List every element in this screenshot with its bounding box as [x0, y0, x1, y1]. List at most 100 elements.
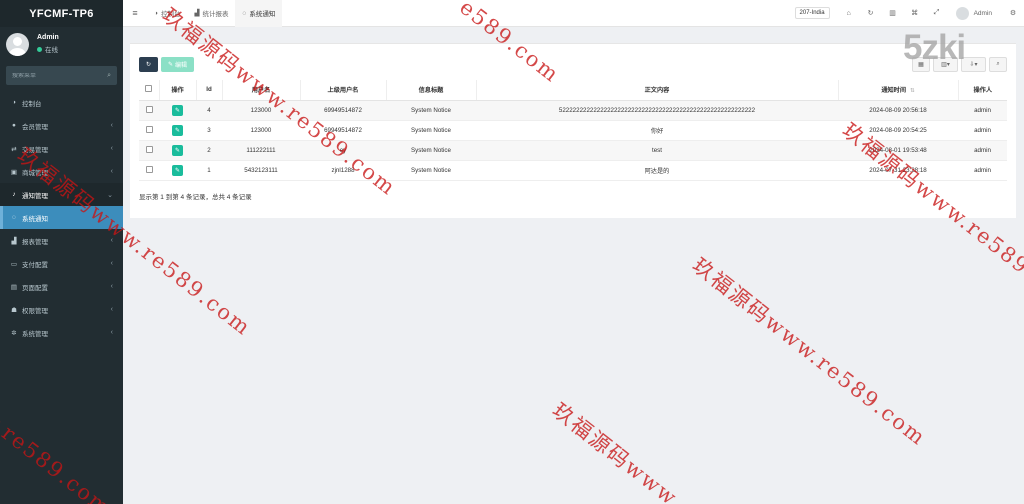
sidebar-menu: ◑ 控制台 ● 会员管理 ‹ ⇄ 交易管理 ‹ ▣ 商城管理 ‹ ♪ 通知管理 ⌄ ◌ 系统通知 ▟… [0, 91, 123, 344]
dashboard-icon: ◑ [154, 9, 158, 17]
cell-time: 2024-07-31 23:28:18 [838, 160, 958, 181]
menu-search-input[interactable] [12, 72, 108, 79]
sidebar-item-dashboard[interactable]: ◑ 控制台 [0, 91, 123, 114]
chat-icon: ◌ [12, 214, 16, 221]
tab-dashboard[interactable]: ◑ 控制台 [147, 0, 187, 27]
cell-username: 5432123111 [222, 160, 300, 181]
pagination-summary: 显示第 1 到第 4 条记录，总共 4 条记录 [139, 194, 252, 201]
row-edit-button[interactable]: ✎ [172, 164, 183, 176]
table-row[interactable]: ✎ 3 123000 69949514872 System Notice 你好 … [139, 120, 1007, 141]
select-all-checkbox[interactable] [145, 85, 153, 93]
sidebar-item-permissions[interactable]: ☗ 权限管理 ‹ [0, 298, 123, 321]
sidebar-item-system[interactable]: ✲ 系统管理 ‹ [0, 321, 123, 344]
settings-icon[interactable]: ⚙ [1002, 9, 1024, 17]
sidebar-item-shop[interactable]: ▣ 商城管理 ‹ [0, 160, 123, 183]
cell-id: 1 [196, 160, 222, 181]
chevron-left-icon: ‹ [110, 329, 113, 336]
table-toolbar: ↻ ✎ 编辑 [139, 57, 194, 72]
refresh-icon[interactable]: ↻ [860, 9, 882, 17]
cell-time: 2024-08-09 20:56:18 [838, 100, 958, 121]
col-username[interactable]: 用户名 [222, 80, 301, 101]
row-edit-button[interactable]: ✎ [172, 124, 183, 136]
watermark-text: 玖福源码www.re589.com [687, 253, 931, 451]
top-avatar[interactable] [955, 6, 969, 20]
col-operator[interactable]: 操作人 [958, 80, 1007, 101]
notice-table: 操作 Id 用户名 上级用户名 信息标题 正文内容 通知时间 ⇅ 操作人 ✎ 4 … [139, 80, 1007, 181]
region-selector[interactable]: 207-India [794, 7, 830, 19]
select-all-cell[interactable] [139, 80, 160, 101]
cell-operator: admin [958, 140, 1007, 161]
cell-parent: ey [300, 140, 386, 161]
trash-icon[interactable]: ▥ [882, 9, 904, 17]
menu-toggle-icon[interactable]: ≡ [123, 8, 147, 18]
pencil-icon: ✎ [167, 62, 173, 68]
top-username[interactable]: Admin [974, 10, 992, 17]
col-title[interactable]: 信息标题 [386, 80, 477, 101]
cell-content: test [476, 140, 838, 161]
avatar [6, 32, 29, 56]
group-icon: ☗ [11, 306, 17, 314]
refresh-icon: ↻ [145, 62, 152, 68]
row-checkbox[interactable] [145, 125, 153, 133]
sidebar: YFCMF-TP6 Admin 在线 ⌕ ◑控制台 ●会员管理‹ ⇄交易管理‹ … [0, 0, 123, 504]
col-content[interactable]: 正文内容 [476, 80, 839, 101]
col-parent-username[interactable]: 上级用户名 [300, 80, 387, 101]
refresh-button[interactable]: ↻ [139, 57, 158, 72]
home-icon[interactable]: ⌂ [838, 10, 860, 17]
online-dot-icon [37, 46, 42, 52]
user-icon: ● [12, 122, 16, 129]
table-header-row: 操作 Id 用户名 上级用户名 信息标题 正文内容 通知时间 ⇅ 操作人 [139, 80, 1007, 101]
brand-logo[interactable]: YFCMF-TP6 [0, 0, 123, 27]
cell-title: System Notice [386, 120, 476, 141]
user-name: Admin [37, 34, 59, 41]
sidebar-item-members[interactable]: ● 会员管理 ‹ [0, 114, 123, 137]
tab-system-notice[interactable]: ◌ 系统通知 [235, 0, 283, 27]
sidebar-item-reports[interactable]: ▟ 报表管理 ‹ [0, 229, 123, 252]
cogs-icon: ✲ [11, 329, 17, 337]
row-edit-button[interactable]: ✎ [172, 144, 183, 156]
cell-username: 123000 [222, 100, 300, 121]
fullscreen-icon[interactable]: ⤢ [926, 9, 948, 17]
chart-icon: ▟ [194, 10, 200, 17]
sidebar-item-system-notice[interactable]: ◌ 系统通知 [0, 206, 123, 229]
dashboard-icon: ◑ [12, 99, 16, 106]
col-actions: 操作 [159, 80, 197, 101]
search-icon[interactable]: ⌕ [107, 72, 111, 80]
table-row[interactable]: ✎ 2 111222111 ey System Notice test 2024… [139, 140, 1007, 161]
col-notify-time[interactable]: 通知时间 ⇅ [838, 80, 959, 101]
sidebar-item-trades[interactable]: ⇄ 交易管理 ‹ [0, 137, 123, 160]
table-row[interactable]: ✎ 4 123000 69949514872 System Notice 522… [139, 100, 1007, 121]
table-row[interactable]: ✎ 1 5432123111 zjnl1288 System Notice 阿达… [139, 160, 1007, 181]
sidebar-item-pages[interactable]: ▤ 页面配置 ‹ [0, 275, 123, 298]
cell-time: 2024-08-01 19:53:48 [838, 140, 958, 161]
col-id[interactable]: Id [196, 80, 223, 101]
chat-icon: ◌ [242, 9, 247, 17]
row-checkbox[interactable] [145, 105, 153, 113]
cell-parent: 69949514872 [300, 120, 386, 141]
shop-icon: ▣ [10, 168, 18, 176]
cell-title: System Notice [386, 140, 476, 161]
tab-reports[interactable]: ▟ 统计报表 [187, 0, 235, 27]
cell-parent: zjnl1288 [300, 160, 386, 181]
edit-button[interactable]: ✎ 编辑 [161, 57, 194, 72]
row-checkbox[interactable] [145, 145, 153, 153]
sidebar-item-notifications[interactable]: ♪ 通知管理 ⌄ [0, 183, 123, 206]
row-edit-button[interactable]: ✎ [172, 104, 183, 116]
cell-operator: admin [958, 160, 1007, 181]
cell-title: System Notice [386, 160, 476, 181]
row-checkbox[interactable] [145, 165, 153, 173]
sidebar-item-payment[interactable]: ▭ 支付配置 ‹ [0, 252, 123, 275]
cell-username: 123000 [222, 120, 300, 141]
chevron-down-icon: ⌄ [107, 191, 113, 199]
user-panel: Admin 在线 [0, 27, 123, 61]
chevron-left-icon: ‹ [110, 145, 113, 152]
page-icon: ▤ [10, 283, 18, 291]
cell-id: 3 [196, 120, 222, 141]
chevron-left-icon: ‹ [110, 260, 113, 267]
exchange-icon: ⇄ [11, 145, 17, 153]
sort-icon[interactable]: ⇅ [910, 88, 915, 94]
translate-icon[interactable]: ⌘ [904, 9, 926, 17]
card-icon: ▭ [10, 260, 18, 268]
search-button[interactable]: ⌕ [989, 57, 1007, 72]
sidebar-search: ⌕ [6, 66, 117, 85]
